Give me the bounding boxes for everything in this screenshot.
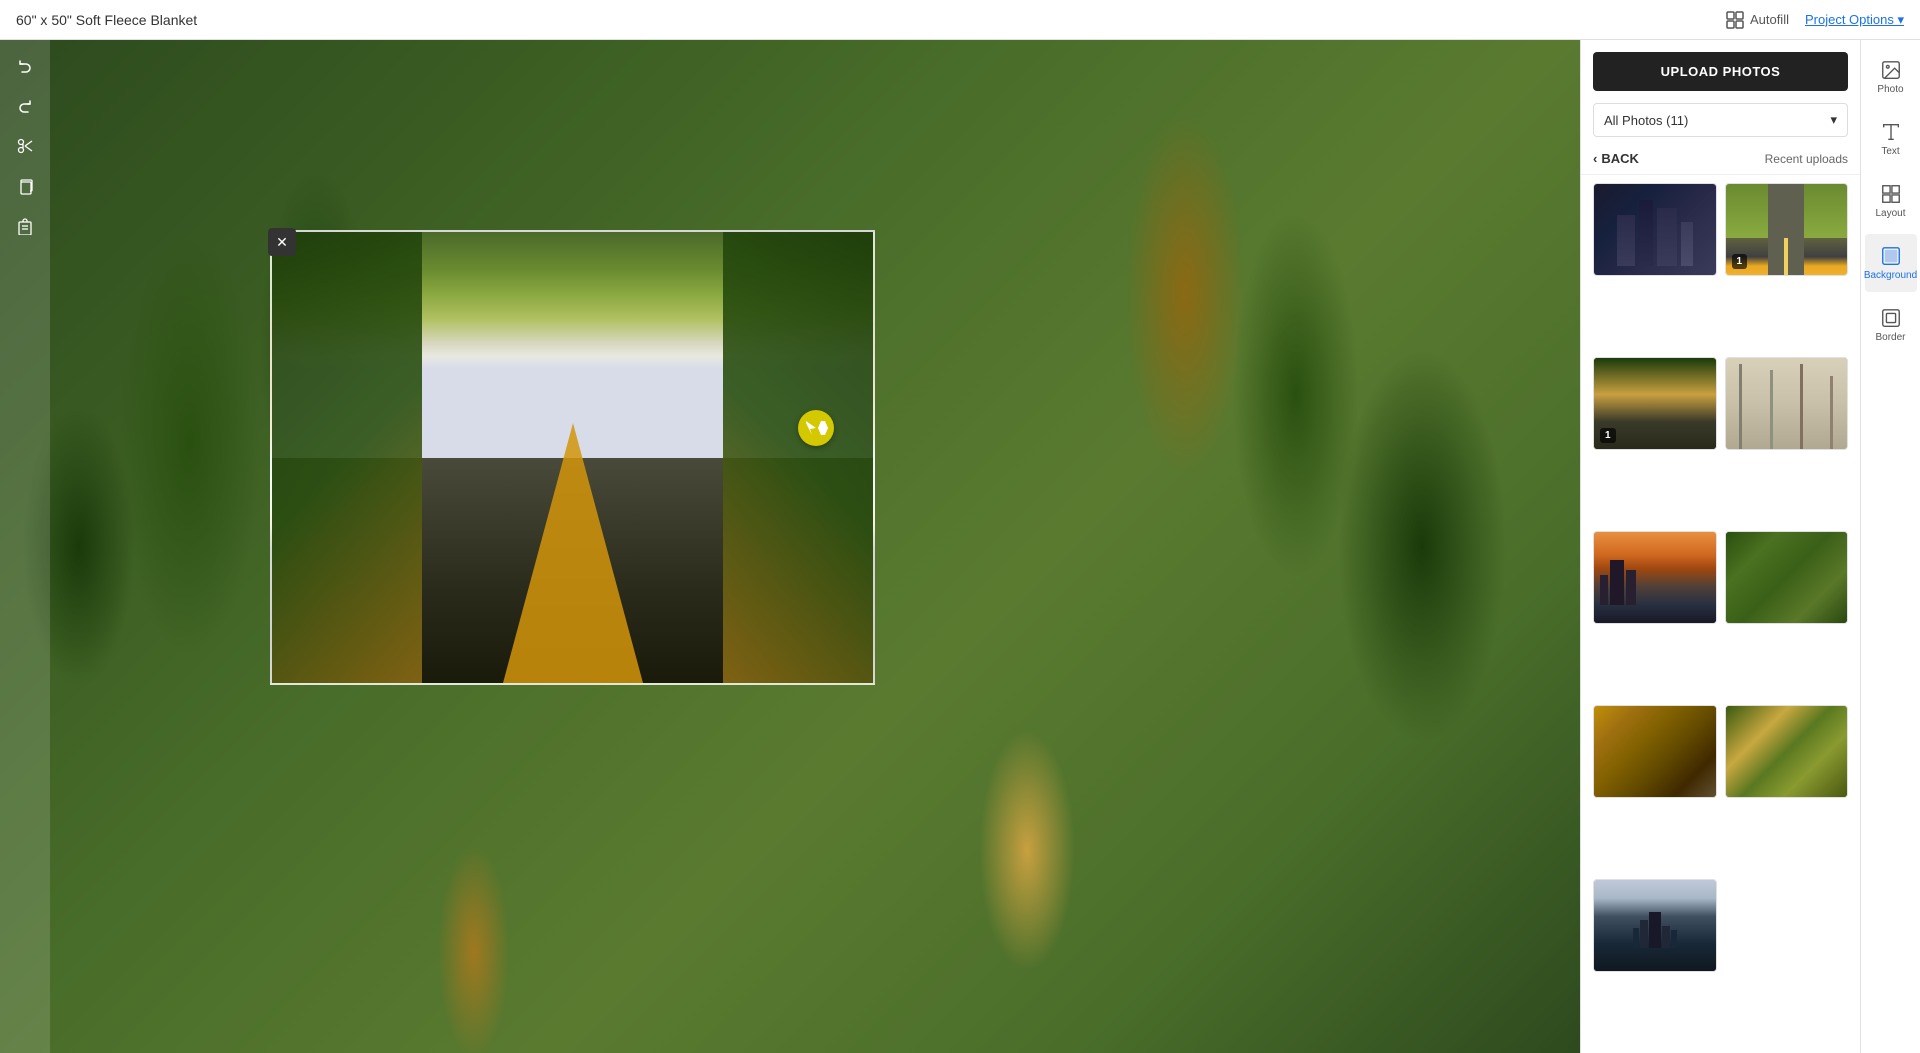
recent-uploads-label: Recent uploads: [1765, 152, 1848, 166]
photo-thumbnail: [1594, 880, 1716, 971]
chevron-down-icon: ▾: [1830, 112, 1837, 128]
main-content: ✕ UPLOAD PHOTOS All Photos (11) ▾: [0, 40, 1920, 1053]
autofill-button[interactable]: Autofill: [1726, 11, 1789, 29]
topbar: 60" x 50" Soft Fleece Blanket Autofill P…: [0, 0, 1920, 40]
far-right-sidebar: Photo Text Layout Backgrou: [1860, 40, 1920, 1053]
photo-thumbnail: 1: [1594, 358, 1716, 449]
sidebar-item-layout[interactable]: Layout: [1865, 172, 1917, 230]
copy-icon: [16, 177, 34, 195]
page-title: 60" x 50" Soft Fleece Blanket: [16, 12, 197, 28]
photo-item[interactable]: [1593, 183, 1717, 276]
photo-item[interactable]: [1725, 705, 1849, 798]
copy-button[interactable]: [7, 168, 43, 204]
sidebar-item-photos[interactable]: Photo: [1865, 48, 1917, 106]
photo-thumbnail: [1594, 184, 1716, 275]
back-arrow-icon: ‹: [1593, 151, 1597, 166]
undo-icon: [16, 57, 34, 75]
photos-panel: UPLOAD PHOTOS All Photos (11) ▾ ‹ BACK R…: [1580, 40, 1860, 1053]
photo-badge: 1: [1600, 428, 1616, 443]
photo-item[interactable]: [1593, 879, 1717, 972]
back-bar: ‹ BACK Recent uploads: [1581, 145, 1860, 175]
autofill-icon: [1726, 11, 1744, 29]
redo-button[interactable]: [7, 88, 43, 124]
text-icon: [1880, 121, 1902, 143]
topbar-right: Autofill Project Options ▾: [1726, 11, 1904, 29]
sidebar-border-label: Border: [1875, 332, 1905, 343]
scissors-icon: [16, 137, 34, 155]
close-image-button[interactable]: ✕: [268, 228, 296, 256]
photo-item[interactable]: 1: [1593, 357, 1717, 450]
autofill-label: Autofill: [1750, 12, 1789, 27]
inner-photo[interactable]: [270, 230, 875, 685]
photo-thumbnail: [1726, 706, 1848, 797]
photo-item[interactable]: 1: [1725, 183, 1849, 276]
sidebar-background-label: Background: [1864, 270, 1917, 281]
sidebar-item-text[interactable]: Text: [1865, 110, 1917, 168]
canvas-area: ✕: [0, 40, 1580, 1053]
sidebar-text-label: Text: [1881, 146, 1899, 157]
left-toolbar: [0, 40, 50, 1053]
photos-dropdown[interactable]: All Photos (11) ▾: [1593, 103, 1848, 137]
project-options-button[interactable]: Project Options ▾: [1805, 12, 1904, 28]
photo-thumbnail: [1594, 706, 1716, 797]
sidebar-photos-label: Photo: [1877, 84, 1903, 95]
photos-dropdown-label: All Photos (11): [1604, 113, 1688, 128]
background-icon: [1880, 245, 1902, 267]
photo-thumbnail: [1726, 532, 1848, 623]
undo-button[interactable]: [7, 48, 43, 84]
photo-item[interactable]: [1725, 357, 1849, 450]
photo-item[interactable]: [1593, 705, 1717, 798]
sidebar-item-border[interactable]: Border: [1865, 296, 1917, 354]
cut-button[interactable]: [7, 128, 43, 164]
upload-photos-button[interactable]: UPLOAD PHOTOS: [1593, 52, 1848, 91]
cursor-dot: [798, 410, 834, 446]
sidebar-layout-label: Layout: [1875, 208, 1905, 219]
photo-item[interactable]: [1725, 531, 1849, 624]
photo-badge: 1: [1732, 254, 1748, 269]
photo-item[interactable]: [1593, 531, 1717, 624]
layout-icon: [1880, 183, 1902, 205]
border-icon: [1880, 307, 1902, 329]
photo-icon: [1880, 59, 1902, 81]
redo-icon: [16, 97, 34, 115]
photos-grid: 1 1: [1581, 175, 1860, 1053]
photo-thumbnail: 1: [1726, 184, 1848, 275]
photo-thumbnail: [1726, 358, 1848, 449]
paste-button[interactable]: [7, 208, 43, 244]
back-button[interactable]: ‹ BACK: [1593, 151, 1639, 166]
sidebar-item-background[interactable]: Background: [1865, 234, 1917, 292]
cursor-icon: [804, 419, 818, 437]
back-label: BACK: [1601, 151, 1639, 166]
paste-icon: [16, 217, 34, 235]
photo-thumbnail: [1594, 532, 1716, 623]
